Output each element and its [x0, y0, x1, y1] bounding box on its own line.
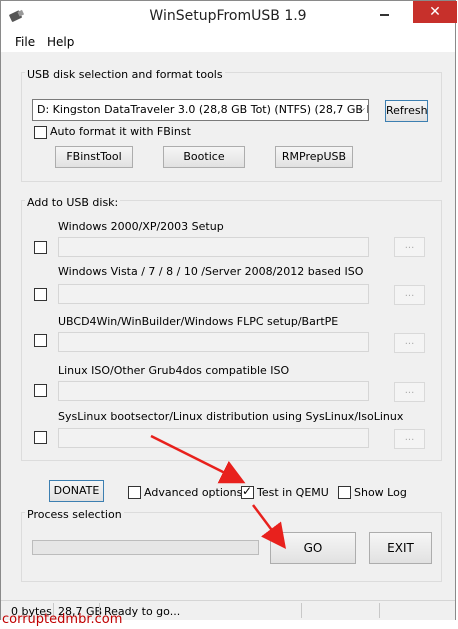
- title-bar: WinSetupFromUSB 1.9 ✕: [1, 1, 457, 32]
- main-window: WinSetupFromUSB 1.9 ✕ File Help USB disk…: [0, 0, 457, 620]
- process-group-title: Process selection: [25, 508, 124, 521]
- path-field-vista-iso[interactable]: [58, 284, 369, 304]
- show-log-checkbox[interactable]: [338, 486, 351, 499]
- minimize-icon: [380, 14, 389, 16]
- disk-select[interactable]: D: Kingston DataTraveler 3.0 (28,8 GB To…: [32, 99, 369, 121]
- exit-button[interactable]: EXIT: [369, 532, 432, 564]
- row-label-winxp: Windows 2000/XP/2003 Setup: [58, 220, 224, 233]
- row-label-ubcd: UBCD4Win/WinBuilder/Windows FLPC setup/B…: [58, 315, 339, 328]
- menu-file[interactable]: File: [15, 35, 35, 49]
- test-in-qemu-label: Test in QEMU: [257, 486, 329, 499]
- checkbox-syslinux[interactable]: [34, 431, 47, 444]
- close-button[interactable]: ✕: [413, 1, 457, 23]
- menu-help[interactable]: Help: [47, 35, 74, 49]
- row-label-linux-iso: Linux ISO/Other Grub4dos compatible ISO: [58, 364, 290, 377]
- test-in-qemu-checkbox[interactable]: [241, 484, 254, 499]
- path-field-syslinux[interactable]: [58, 428, 369, 448]
- rmprepusb-button[interactable]: RMPrepUSB: [275, 146, 353, 168]
- path-field-ubcd[interactable]: [58, 332, 369, 352]
- fbinsttool-button[interactable]: FBinstTool: [55, 146, 133, 168]
- menu-bar: File Help: [1, 32, 455, 52]
- usb-group-title: USB disk selection and format tools: [25, 68, 225, 81]
- browse-button-winxp[interactable]: ...: [394, 237, 425, 257]
- browse-button-syslinux[interactable]: ...: [394, 429, 425, 449]
- close-icon: ✕: [429, 4, 441, 20]
- show-log-label: Show Log: [354, 486, 407, 499]
- chevron-down-icon: ⌵: [357, 104, 365, 115]
- refresh-button[interactable]: Refresh: [385, 100, 428, 122]
- auto-format-checkbox[interactable]: [34, 126, 47, 139]
- auto-format-label: Auto format it with FBinst: [50, 125, 191, 138]
- watermark-text: corruptedmbr.com: [2, 612, 123, 627]
- checkbox-ubcd[interactable]: [34, 334, 47, 347]
- browse-button-vista-iso[interactable]: ...: [394, 285, 425, 305]
- row-label-syslinux: SysLinux bootsector/Linux distribution u…: [58, 410, 404, 423]
- bootice-button[interactable]: Bootice: [163, 146, 245, 168]
- row-label-vista-iso: Windows Vista / 7 / 8 / 10 /Server 2008/…: [58, 265, 364, 278]
- status-separator: [301, 603, 302, 618]
- go-button[interactable]: GO: [270, 532, 356, 564]
- path-field-winxp[interactable]: [58, 237, 369, 257]
- browse-button-ubcd[interactable]: ...: [394, 333, 425, 353]
- advanced-options-checkbox[interactable]: [128, 486, 141, 499]
- minimize-button[interactable]: [371, 1, 399, 23]
- advanced-options-label: Advanced options: [144, 486, 243, 499]
- add-group-title: Add to USB disk:: [25, 196, 121, 209]
- checkbox-linux-iso[interactable]: [34, 384, 47, 397]
- donate-button[interactable]: DONATE: [49, 480, 104, 502]
- path-field-linux-iso[interactable]: [58, 381, 369, 401]
- status-separator: [379, 603, 380, 618]
- disk-select-value: D: Kingston DataTraveler 3.0 (28,8 GB To…: [37, 103, 369, 116]
- progress-bar: [32, 540, 259, 555]
- checkbox-winxp[interactable]: [34, 241, 47, 254]
- browse-button-linux-iso[interactable]: ...: [394, 382, 425, 402]
- checkbox-vista-iso[interactable]: [34, 288, 47, 301]
